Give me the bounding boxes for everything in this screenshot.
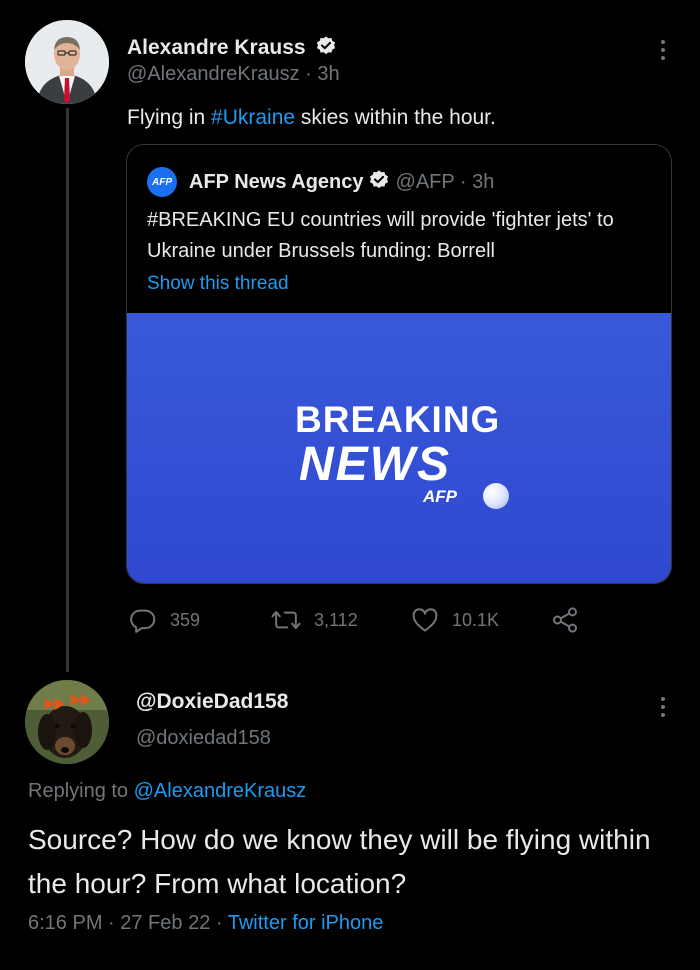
share-button[interactable] bbox=[550, 604, 580, 636]
more-options-icon[interactable] bbox=[661, 40, 667, 60]
quoted-tweet-text: #BREAKING EU countries will provide 'fig… bbox=[147, 209, 614, 262]
author-name-text: Alexandre Krauss bbox=[127, 36, 306, 59]
like-icon bbox=[412, 608, 438, 632]
retweet-icon bbox=[271, 611, 301, 629]
quoted-author-name[interactable]: AFP News Agency bbox=[189, 171, 364, 194]
tweet-text-prefix: Flying in bbox=[127, 106, 212, 129]
reply-timestamp[interactable]: 6:16 PM · 27 Feb 22 · bbox=[28, 912, 228, 934]
reply-author-name[interactable]: @DoxieDad158 bbox=[136, 690, 288, 714]
share-icon bbox=[553, 607, 577, 633]
reply-button[interactable]: 359 bbox=[128, 604, 200, 636]
show-thread-link[interactable]: Show this thread bbox=[147, 273, 289, 295]
reply-source-link[interactable]: Twitter for iPhone bbox=[228, 912, 384, 934]
hashtag-link[interactable]: #Ukraine bbox=[211, 106, 295, 129]
retweet-button[interactable]: 3,112 bbox=[270, 604, 358, 636]
more-options-icon[interactable] bbox=[661, 697, 667, 717]
like-count: 10.1K bbox=[452, 609, 500, 630]
verified-badge-icon bbox=[368, 169, 390, 196]
breaking-news-image[interactable]: BREAKING NEWS AFP bbox=[127, 313, 671, 583]
reply-count: 359 bbox=[170, 609, 201, 630]
afp-logo-avatar[interactable]: AFP bbox=[147, 167, 177, 197]
quoted-tweet-header: AFP AFP News Agency @AFP · 3h bbox=[147, 167, 495, 197]
news-text: NEWS bbox=[299, 438, 451, 491]
dachshund-avatar-image bbox=[25, 680, 109, 764]
tweet-text-suffix: skies within the hour. bbox=[295, 106, 496, 129]
tweet-text: Flying in #Ukraine skies within the hour… bbox=[127, 106, 496, 130]
afp-globe-icon bbox=[483, 483, 509, 509]
author-handle[interactable]: @AlexandreKrausz · 3h bbox=[127, 63, 340, 86]
quoted-tweet-card[interactable]: AFP AFP News Agency @AFP · 3h #BREAKING … bbox=[126, 144, 672, 584]
replying-to-line: Replying to @AlexandreKrausz bbox=[28, 780, 306, 803]
verified-badge-icon bbox=[315, 35, 337, 63]
reply-text: Source? How do we know they will be flyi… bbox=[28, 824, 651, 899]
reply-metadata: 6:16 PM · 27 Feb 22 · Twitter for iPhone bbox=[28, 912, 383, 935]
like-button[interactable]: 10.1K bbox=[410, 604, 499, 636]
author-name[interactable]: Alexandre Krauss bbox=[127, 35, 337, 63]
author-avatar-image bbox=[25, 20, 109, 104]
author-avatar[interactable] bbox=[25, 20, 109, 104]
retweet-count: 3,112 bbox=[314, 609, 358, 630]
thread-connector-line bbox=[66, 108, 69, 672]
reply-author-handle[interactable]: @doxiedad158 bbox=[136, 727, 271, 750]
tweet-thread: Alexandre Krauss @AlexandreKrausz · 3h F… bbox=[0, 0, 700, 970]
replying-to-mention[interactable]: @AlexandreKrausz bbox=[134, 780, 307, 802]
afp-brand-text: AFP bbox=[423, 487, 457, 506]
breaking-text: BREAKING bbox=[295, 399, 501, 440]
quoted-author-handle[interactable]: @AFP · 3h bbox=[396, 171, 495, 194]
reply-icon bbox=[130, 609, 156, 633]
replying-to-label: Replying to bbox=[28, 780, 134, 802]
reply-author-avatar[interactable] bbox=[25, 680, 109, 764]
